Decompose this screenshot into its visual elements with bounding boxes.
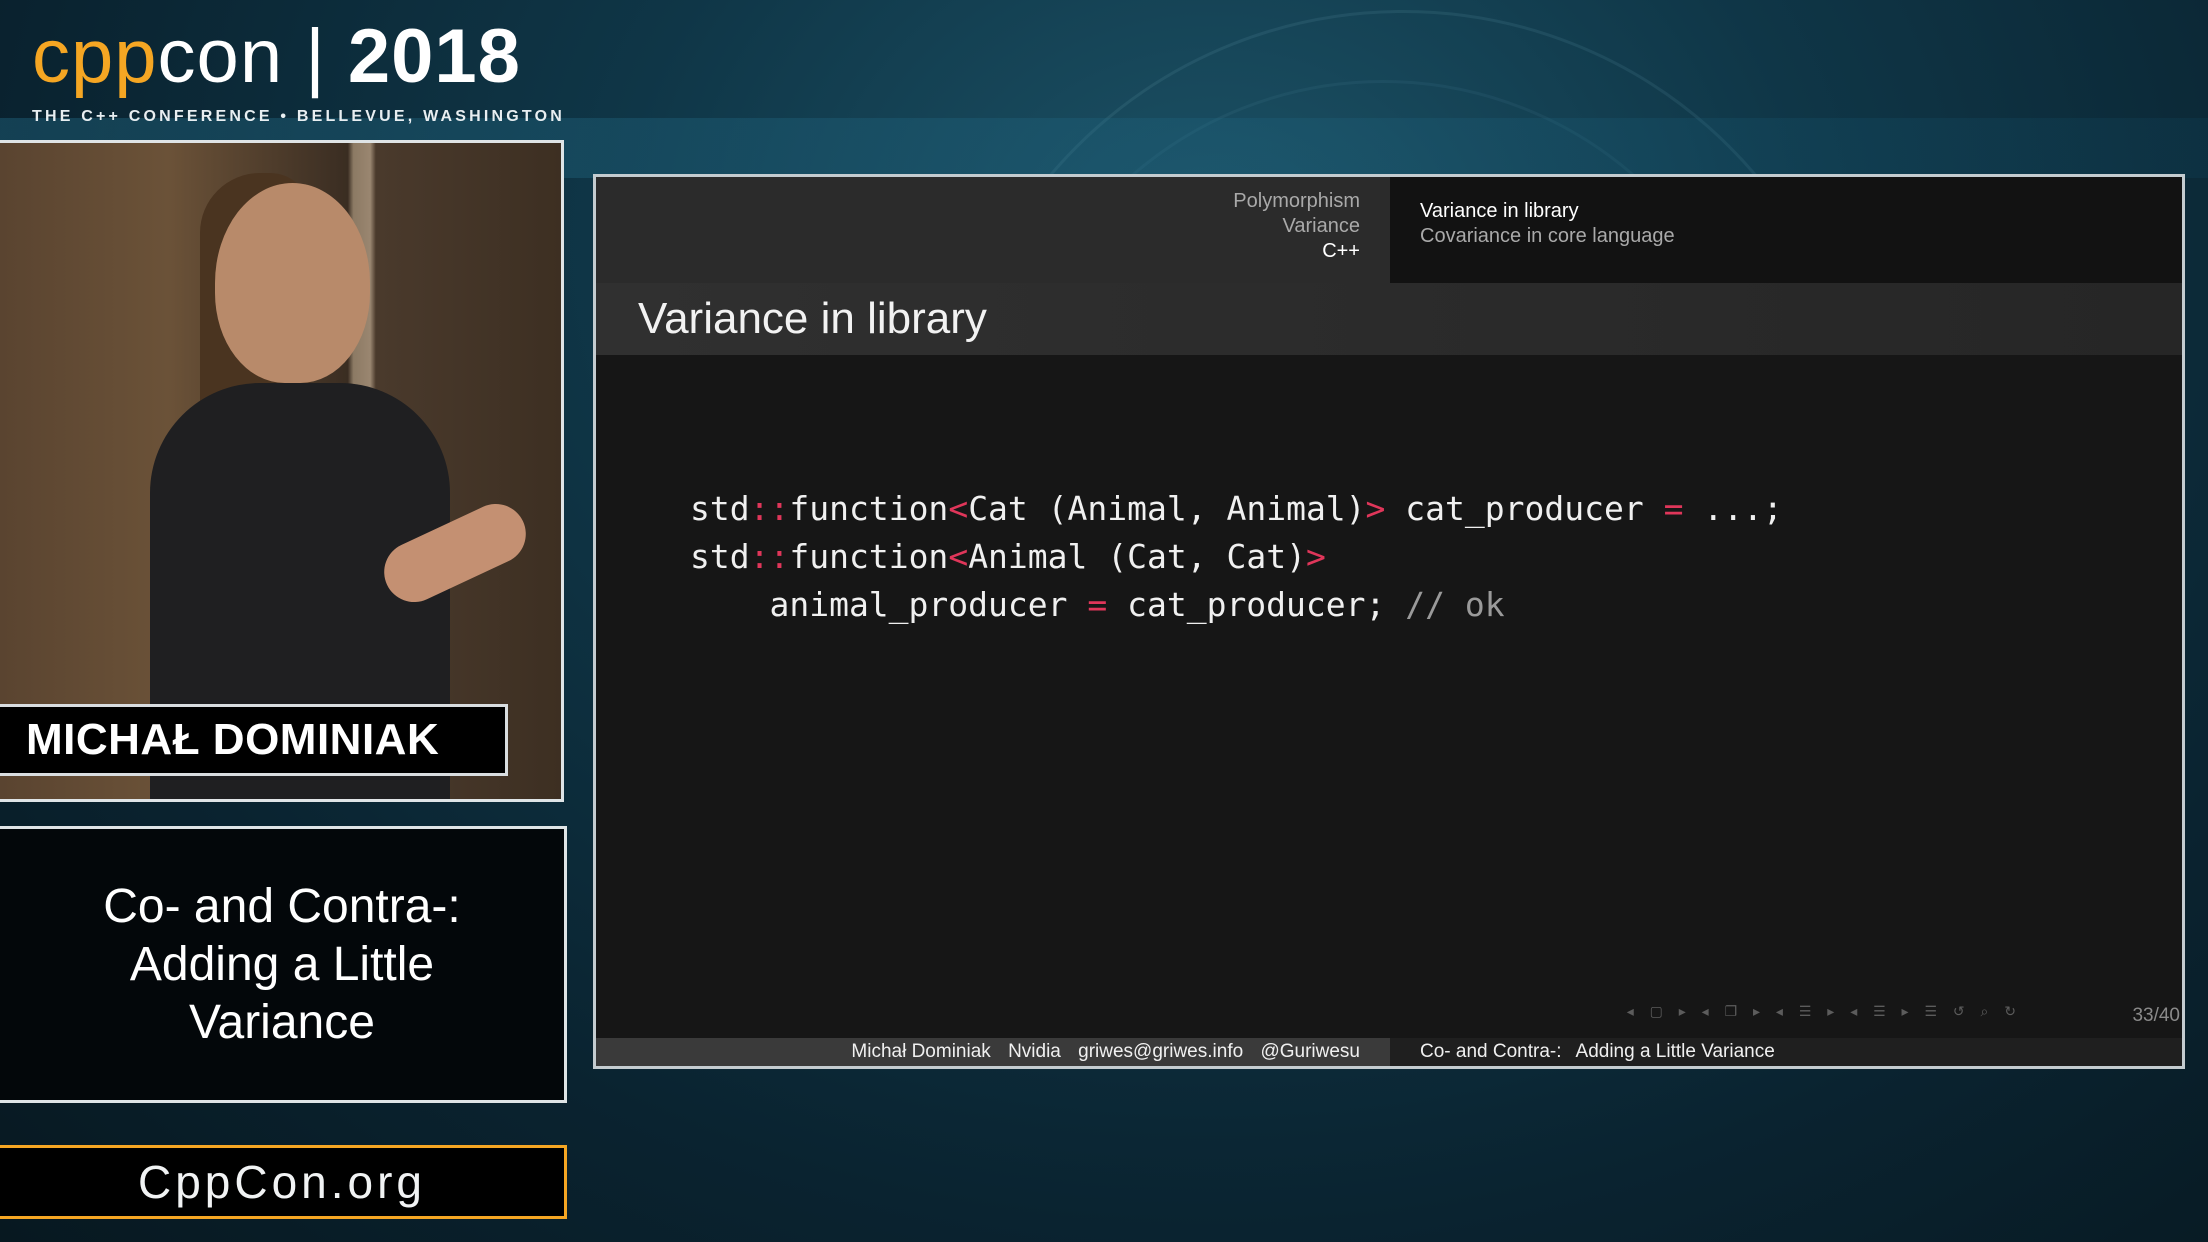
footer-company: Nvidia <box>1008 1041 1061 1062</box>
slide-footer: Michał Dominiak Nvidia griwes@griwes.inf… <box>596 1038 2182 1066</box>
footer-talk-title: Co- and Contra-: Adding a Little Variance <box>1390 1038 2182 1066</box>
logo-con: con <box>157 14 284 99</box>
subsection-navigation: Variance in library Covariance in core l… <box>1390 177 2182 283</box>
nav-section-variance[interactable]: Variance <box>596 214 1360 239</box>
footer-author: Michał Dominiak <box>851 1041 991 1062</box>
logo-tagline: THE C++ CONFERENCE • BELLEVUE, WASHINGTO… <box>32 108 565 125</box>
cppcon-logo: cpp con | 2018 THE C++ CONFERENCE • BELLEVU… <box>32 14 565 126</box>
speaker-head <box>215 183 370 383</box>
page-number: 33/40 <box>2132 1005 2180 1026</box>
site-url: CppCon.org <box>0 1145 567 1219</box>
footer-handle: @Guriwesu <box>1260 1041 1360 1062</box>
presentation-slide: Polymorphism Variance C++ Variance in li… <box>593 174 2185 1069</box>
code-line-3: animal_producer = cat_producer; // ok <box>690 585 1505 624</box>
logo-cpp: cpp <box>32 14 158 99</box>
footer-title-part-1: Co- and Contra-: <box>1420 1041 1562 1062</box>
speaker-name-bar: MICHAŁ DOMINIAK <box>0 704 508 776</box>
footer-email: griwes@griwes.info <box>1078 1041 1244 1062</box>
nav-subsection-variance-in-library[interactable]: Variance in library <box>1420 199 2182 224</box>
slide-title: Variance in library <box>596 283 2182 355</box>
code-line-2: std::function<Animal (Cat, Cat)> <box>690 537 1326 576</box>
nav-section-polymorphism[interactable]: Polymorphism <box>596 189 1360 214</box>
beamer-navigation-icons[interactable]: ◂ ▢ ▸ ◂ ❐ ▸ ◂ ☰ ▸ ◂ ☰ ▸ ☰ ↺ ⌕ ↻ <box>1627 1003 2022 1020</box>
logo-year: 2018 <box>347 14 521 99</box>
nav-section-cpp[interactable]: C++ <box>596 239 1360 264</box>
slide-navigation-header: Polymorphism Variance C++ Variance in li… <box>596 177 2182 283</box>
section-navigation: Polymorphism Variance C++ <box>596 177 1390 283</box>
nav-subsection-covariance[interactable]: Covariance in core language <box>1420 224 2182 249</box>
talk-title: Co- and Contra-: Adding a Little Varianc… <box>103 879 461 1049</box>
code-block: std::function<Cat (Animal, Animal)> cat_… <box>690 485 1783 629</box>
logo-wordmark: cpp con | 2018 <box>32 14 565 100</box>
footer-author-info: Michał Dominiak Nvidia griwes@griwes.inf… <box>596 1038 1390 1066</box>
talk-title-box: Co- and Contra-: Adding a Little Varianc… <box>0 826 567 1103</box>
speaker-video <box>0 140 564 802</box>
logo-separator: | <box>305 14 326 99</box>
footer-title-part-2: Adding a Little Variance <box>1575 1041 1775 1062</box>
code-line-1: std::function<Cat (Animal, Animal)> cat_… <box>690 489 1783 528</box>
